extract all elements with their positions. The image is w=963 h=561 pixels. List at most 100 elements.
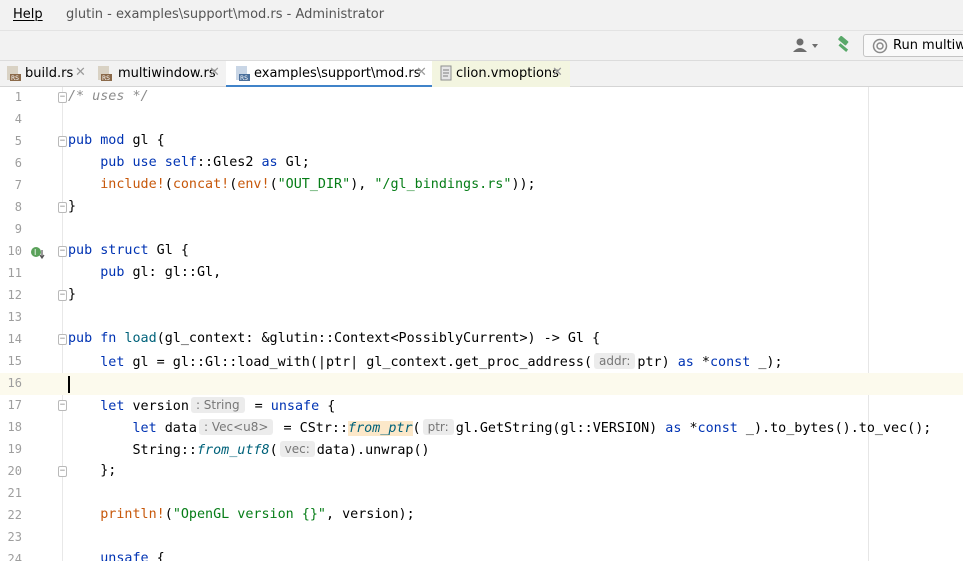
tab-multiwindow-rs[interactable]: RS multiwindow.rs ✕: [91, 61, 226, 87]
line-number: 21: [7, 486, 22, 500]
macro: concat!: [172, 177, 230, 192]
code-line-15: 15 let gl = gl::Gl::load_with(|ptr| gl_c…: [0, 351, 963, 373]
close-icon[interactable]: ✕: [75, 65, 86, 80]
rust-file-icon: RS: [236, 66, 250, 82]
line-number: 8: [14, 200, 22, 214]
code-text: String::from_utf8(vec: data).unwrap(): [68, 441, 430, 458]
code-text: pub gl: gl::Gl,: [68, 265, 221, 280]
build-button[interactable]: [835, 35, 853, 54]
line-number: 7: [14, 178, 22, 192]
hammer-icon: [838, 35, 849, 52]
code-line-18: 18 let data: Vec<u8> = CStr::from_ptr(pt…: [0, 417, 963, 439]
code-token: (: [269, 443, 278, 458]
code-token: (: [164, 177, 173, 192]
user-dropdown-button[interactable]: [793, 37, 821, 55]
code-token: };: [100, 463, 117, 478]
parameter-hint: vec:: [279, 441, 315, 457]
fold-marker-icon[interactable]: −: [58, 290, 67, 301]
tab-label: multiwindow.rs: [118, 66, 216, 81]
code-text: }: [68, 287, 77, 302]
line-number: 10: [7, 244, 22, 258]
code-line-8: 8 − }: [0, 197, 963, 219]
keyword: let: [132, 421, 157, 436]
code-text: pub mod gl {: [68, 133, 165, 148]
code-line-20: 20 − };: [0, 461, 963, 483]
keyword: pub: [100, 265, 125, 280]
line-number: 9: [14, 222, 22, 236]
type-hint: : Vec<u8>: [199, 419, 274, 435]
svg-text:I: I: [34, 248, 36, 257]
code-text: unsafe {: [68, 551, 165, 561]
close-icon[interactable]: ✕: [416, 65, 427, 80]
code-token: _);: [750, 355, 783, 370]
line-number: 11: [7, 266, 22, 280]
code-line-16-current: 16: [0, 373, 963, 395]
code-editor[interactable]: 1 − /* uses */ 4 5 − pub mod gl { 6 pub …: [0, 87, 963, 561]
fold-marker-icon[interactable]: −: [58, 334, 67, 345]
rust-file-icon: RS: [7, 66, 21, 82]
type-hint: : String: [190, 397, 245, 413]
code-token: data).unwrap(): [316, 443, 430, 458]
code-line-12: 12 − }: [0, 285, 963, 307]
keyword: as: [677, 355, 694, 370]
code-text: let gl = gl::Gl::load_with(|ptr| gl_cont…: [68, 353, 783, 370]
code-line-4: 4: [0, 109, 963, 131]
fold-marker-icon[interactable]: −: [58, 202, 67, 213]
code-line-13: 13: [0, 307, 963, 329]
keyword: unsafe: [100, 551, 149, 561]
tab-mod-rs[interactable]: RS examples\support\mod.rs ✕: [226, 61, 432, 88]
keyword: struct: [100, 243, 149, 258]
code-token: ptr): [637, 355, 678, 370]
code-token: data: [156, 421, 197, 436]
tab-clion-vmoptions[interactable]: clion.vmoptions ✕: [432, 61, 570, 87]
code-line-10: 10 I − pub struct Gl {: [0, 241, 963, 263]
line-number: 12: [7, 288, 22, 302]
code-text: let version: String = unsafe {: [68, 397, 335, 414]
close-icon[interactable]: ✕: [552, 65, 563, 80]
fold-marker-icon[interactable]: −: [58, 400, 67, 411]
close-icon[interactable]: ✕: [209, 65, 220, 80]
code-token: =: [246, 399, 271, 414]
menu-help[interactable]: Help: [13, 7, 43, 22]
code-token: Gl {: [148, 243, 189, 258]
toolbar: Run multiwir: [0, 30, 963, 60]
code-line-9: 9: [0, 219, 963, 241]
code-text: pub fn load(gl_context: &glutin::Context…: [68, 331, 600, 346]
run-configuration-button[interactable]: Run multiwir: [863, 34, 963, 57]
fold-marker-icon[interactable]: −: [58, 246, 67, 257]
parameter-hint: ptr:: [422, 419, 454, 435]
code-line-5: 5 − pub mod gl {: [0, 131, 963, 153]
line-number: 4: [14, 112, 22, 126]
macro: include!: [100, 177, 165, 192]
line-number: 6: [14, 156, 22, 170]
code-text: let data: Vec<u8> = CStr::from_ptr(ptr: g…: [68, 419, 931, 436]
code-token: (gl_context: &glutin::Context<PossiblyCu…: [156, 331, 601, 346]
code-token: ),: [350, 177, 375, 192]
code-token: *: [693, 355, 710, 370]
line-number: 18: [7, 420, 22, 434]
line-number: 20: [7, 464, 22, 478]
line-number: 16: [7, 376, 22, 390]
keyword: const: [709, 355, 751, 370]
title-bar: Help glutin - examples\support\mod.rs - …: [0, 0, 963, 30]
code-line-17: 17 − let version: String = unsafe {: [0, 395, 963, 417]
keyword: pub: [68, 331, 93, 346]
keyword: as: [665, 421, 682, 436]
fold-marker-icon[interactable]: −: [58, 466, 67, 477]
code-token: gl.GetString(gl::VERSION): [455, 421, 666, 436]
fold-marker-icon[interactable]: −: [58, 136, 67, 147]
keyword: pub: [68, 243, 93, 258]
code-text: pub struct Gl {: [68, 243, 189, 258]
code-line-14: 14 − pub fn load(gl_context: &glutin::Co…: [0, 329, 963, 351]
keyword: mod: [100, 133, 125, 148]
code-token: Gl;: [277, 155, 310, 170]
fold-marker-icon[interactable]: −: [58, 92, 67, 103]
line-number: 24: [7, 552, 22, 561]
code-text: pub use self::Gles2 as Gl;: [68, 155, 310, 170]
code-token: (: [412, 421, 421, 436]
line-number: 15: [7, 354, 22, 368]
implemented-trait-icon[interactable]: I: [30, 246, 46, 260]
code-token: String::: [132, 443, 198, 458]
code-text: /* uses */: [68, 89, 149, 104]
tab-build-rs[interactable]: RS build.rs ✕: [0, 61, 91, 87]
